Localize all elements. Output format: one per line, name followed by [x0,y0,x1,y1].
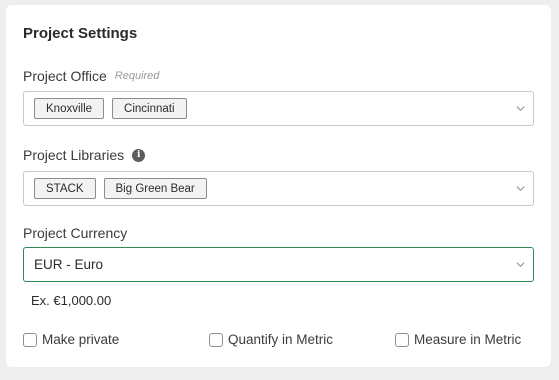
chevron-down-icon[interactable] [516,104,525,113]
required-hint: Required [114,70,160,82]
project-office-select[interactable]: Knoxville Cincinnati [23,91,534,126]
currency-example: Ex. €1,000.00 [31,293,112,308]
project-libraries-chips: STACK Big Green Bear [34,178,207,199]
project-libraries-label-text: Project Libraries [23,147,125,163]
info-icon[interactable]: i [132,148,146,162]
make-private-checkbox[interactable] [23,332,37,347]
project-libraries-select[interactable]: STACK Big Green Bear [23,171,534,206]
quantify-metric-label: Quantify in Metric [228,332,334,347]
chip-cincinnati[interactable]: Cincinnati [112,98,187,119]
quantify-metric-option[interactable]: Quantify in Metric [209,332,333,347]
project-currency-label: Project Currency [23,225,127,241]
measure-metric-checkbox[interactable] [395,332,409,347]
project-currency-label-text: Project Currency [23,225,128,241]
chevron-down-icon[interactable] [516,260,525,269]
chevron-down-icon[interactable] [516,184,525,193]
measure-metric-option[interactable]: Measure in Metric [395,332,521,347]
quantify-metric-checkbox[interactable] [209,332,223,347]
chip-big-green-bear[interactable]: Big Green Bear [103,178,207,199]
project-settings-panel: Project Settings Project Office Required… [6,5,551,367]
measure-metric-label: Measure in Metric [414,332,522,347]
project-office-chips: Knoxville Cincinnati [34,98,187,119]
chip-stack[interactable]: STACK [34,178,96,199]
project-currency-select[interactable]: EUR - Euro [23,247,534,282]
panel-title: Project Settings [23,25,138,42]
currency-value: EUR - Euro [34,257,104,272]
make-private-label: Make private [42,332,120,347]
project-office-label: Project Office Required [23,68,159,84]
project-office-label-text: Project Office [23,68,107,84]
project-libraries-label: Project Libraries i [23,147,146,163]
make-private-option[interactable]: Make private [23,332,119,347]
chip-knoxville[interactable]: Knoxville [34,98,105,119]
